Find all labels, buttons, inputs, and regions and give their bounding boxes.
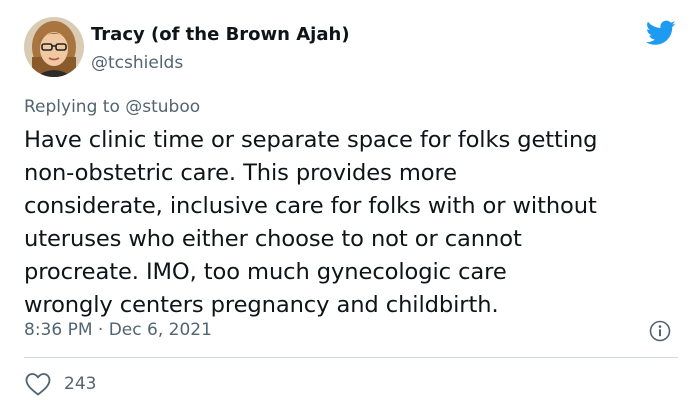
- tweet-text-line: uteruses who either choose to not or can…: [24, 226, 522, 252]
- like-button[interactable]: 243: [24, 370, 96, 398]
- tweet-text: Have clinic time or separate space for f…: [24, 124, 684, 322]
- author-handle[interactable]: @tcshields: [91, 53, 183, 73]
- tweet-text-line: procreate. IMO, too much gynecologic car…: [24, 259, 507, 285]
- avatar[interactable]: [24, 17, 84, 77]
- tweet-text-line: considerate, inclusive care for folks wi…: [24, 193, 597, 219]
- tweet-card: Tracy (of the Brown Ajah) @tcshields Rep…: [0, 0, 700, 410]
- tweet-text-line: wrongly centers pregnancy and childbirth…: [24, 292, 499, 318]
- heart-icon: [25, 373, 51, 396]
- profile-photo: [24, 17, 84, 77]
- twitter-bird-icon[interactable]: [646, 20, 676, 46]
- reply-mention-link[interactable]: @stuboo: [125, 97, 200, 117]
- reply-context: Replying to @stuboo: [24, 97, 200, 117]
- tweet-timestamp[interactable]: 8:36 PM · Dec 6, 2021: [24, 320, 212, 340]
- info-icon[interactable]: [649, 320, 671, 342]
- reply-prefix: Replying to: [24, 97, 120, 117]
- tweet-text-line: Have clinic time or separate space for f…: [24, 127, 598, 153]
- author-display-name[interactable]: Tracy (of the Brown Ajah): [91, 24, 350, 45]
- tweet-text-line: non-obstetric care. This provides more: [24, 160, 457, 186]
- like-count: 243: [64, 374, 97, 394]
- divider: [24, 357, 678, 358]
